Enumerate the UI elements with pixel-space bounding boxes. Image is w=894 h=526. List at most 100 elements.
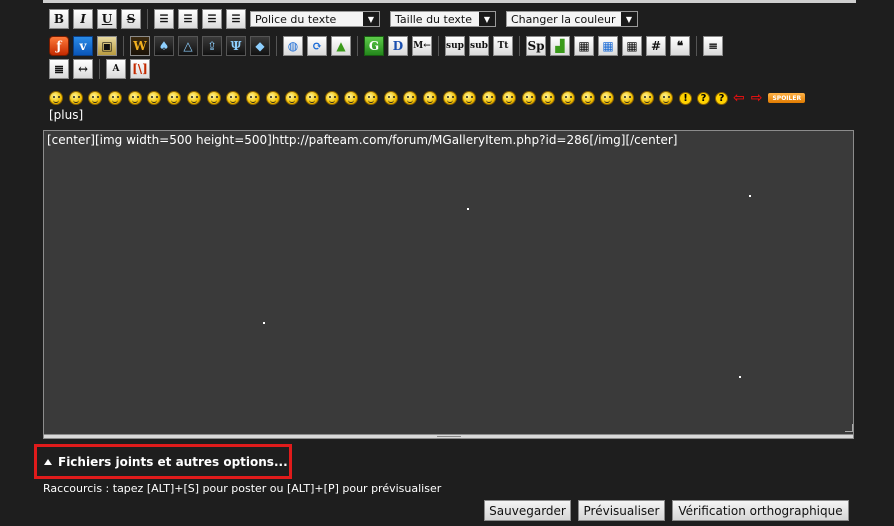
- italic-button[interactable]: I: [73, 9, 93, 29]
- font-size-button[interactable]: A: [106, 59, 126, 79]
- smiley-icon[interactable]: [442, 91, 457, 105]
- smiley-icon[interactable]: [659, 91, 674, 105]
- quote-button[interactable]: ❝: [670, 36, 690, 56]
- justify-button[interactable]: ☰: [226, 9, 246, 29]
- smiley-icon[interactable]: [206, 91, 221, 105]
- smiley-icon[interactable]: [285, 91, 300, 105]
- triangle-up-icon: [44, 458, 52, 465]
- more-smileys-link[interactable]: [plus]: [49, 108, 83, 122]
- smiley-icon[interactable]: [147, 91, 162, 105]
- image-button[interactable]: ▟: [550, 36, 570, 56]
- globe-icon: ◍: [287, 39, 299, 53]
- underline-button[interactable]: U: [97, 9, 117, 29]
- smiley-icon[interactable]: [108, 91, 123, 105]
- arrow-right-icon[interactable]: ⇨: [751, 90, 763, 106]
- save-button[interactable]: Sauvegarder: [484, 500, 571, 521]
- table-button[interactable]: ▦: [574, 36, 594, 56]
- class-icon-e-button[interactable]: ◆: [250, 36, 270, 56]
- smiley-icon[interactable]: [383, 91, 398, 105]
- smiley-icon[interactable]: [344, 91, 359, 105]
- html-button[interactable]: [\]: [130, 59, 150, 79]
- horizontal-rule-button[interactable]: ↔: [73, 59, 93, 79]
- definition-button[interactable]: D: [388, 36, 408, 56]
- superscript-button[interactable]: sup: [445, 36, 465, 56]
- separator: [519, 36, 520, 56]
- question-icon[interactable]: ?: [697, 91, 710, 105]
- bullet-list-button[interactable]: ≡: [703, 36, 723, 56]
- smiley-icon[interactable]: [600, 91, 615, 105]
- spellcheck-button[interactable]: Vérification orthographique: [672, 500, 849, 521]
- numbered-list-button[interactable]: ≣: [49, 59, 69, 79]
- smiley-icon[interactable]: [186, 91, 201, 105]
- smiley-icon[interactable]: [521, 91, 536, 105]
- smiley-icon[interactable]: [619, 91, 634, 105]
- strikethrough-button[interactable]: S: [121, 9, 141, 29]
- table-blue-button[interactable]: ▦: [598, 36, 618, 56]
- globe-button[interactable]: ◍: [283, 36, 303, 56]
- image-upload-button[interactable]: ▲: [331, 36, 351, 56]
- font-size-select[interactable]: Taille du texte ▼: [390, 11, 496, 27]
- question-icon[interactable]: ?: [715, 91, 728, 105]
- smiley-icon[interactable]: [423, 91, 438, 105]
- smiley-icon[interactable]: [304, 91, 319, 105]
- align-right-button[interactable]: ☰: [202, 9, 222, 29]
- spoiler-insert-button[interactable]: Sp: [526, 36, 546, 56]
- editor-content[interactable]: [center][img width=500 height=500]http:/…: [47, 133, 677, 147]
- toolbar-row-format: B I U S ☰ ☰ ☰ ☰ Police du texte ▼ Taille…: [49, 9, 648, 29]
- smiley-icon[interactable]: [639, 91, 654, 105]
- smiley-icon[interactable]: [265, 91, 280, 105]
- exclamation-icon[interactable]: !: [679, 91, 692, 105]
- smiley-icon[interactable]: [226, 91, 241, 105]
- arrow-left-icon[interactable]: ⇦: [733, 90, 745, 106]
- wow-button[interactable]: W: [130, 36, 150, 56]
- smiley-icon[interactable]: [88, 91, 103, 105]
- smiley-icon[interactable]: [482, 91, 497, 105]
- subscript-button[interactable]: sub: [469, 36, 489, 56]
- color-select[interactable]: Changer la couleur ▼: [506, 11, 638, 27]
- bold-button[interactable]: B: [49, 9, 69, 29]
- smiley-icon[interactable]: [49, 91, 63, 105]
- flash-button[interactable]: ƒ: [49, 36, 69, 56]
- attachments-label: Fichiers joints et autres options...: [58, 454, 288, 469]
- smiley-icon[interactable]: [541, 91, 556, 105]
- smiley-icon[interactable]: [364, 91, 378, 105]
- table-icon: ▦: [578, 39, 590, 53]
- dailymotion-button[interactable]: ▣: [97, 36, 117, 56]
- class-icon-d-button[interactable]: Ψ: [226, 36, 246, 56]
- message-editor[interactable]: [center][img width=500 height=500]http:/…: [43, 130, 854, 436]
- smiley-icon[interactable]: [245, 91, 260, 105]
- class-icon-a-button[interactable]: ♠: [154, 36, 174, 56]
- class-icon-c-button[interactable]: ⇪: [202, 36, 222, 56]
- resize-corner-icon[interactable]: [845, 424, 853, 432]
- refresh-button[interactable]: ⟳: [307, 36, 327, 56]
- smiley-icon[interactable]: [324, 91, 339, 105]
- google-button[interactable]: G: [364, 36, 384, 56]
- smiley-icon[interactable]: [167, 91, 182, 105]
- align-center-button[interactable]: ☰: [178, 9, 198, 29]
- smiley-icon[interactable]: [560, 91, 575, 105]
- smiley-icon[interactable]: [501, 91, 516, 105]
- spoiler-button[interactable]: SPOILER: [768, 93, 806, 103]
- attachments-toggle[interactable]: Fichiers joints et autres options...: [34, 444, 292, 479]
- smiley-icon[interactable]: [68, 91, 83, 105]
- separator: [357, 36, 358, 56]
- smiley-icon[interactable]: [127, 91, 142, 105]
- speck: [467, 208, 469, 210]
- smiley-icon[interactable]: [462, 91, 477, 105]
- preview-button[interactable]: Prévisualiser: [578, 500, 665, 521]
- vimeo-icon: v: [79, 39, 87, 53]
- vimeo-button[interactable]: v: [73, 36, 93, 56]
- align-left-button[interactable]: ☰: [154, 9, 174, 29]
- table-small-button[interactable]: ▦: [622, 36, 642, 56]
- font-style-button[interactable]: Tt: [493, 36, 513, 56]
- hash-button[interactable]: #: [646, 36, 666, 56]
- color-select-value: Changer la couleur: [511, 12, 616, 26]
- font-family-select[interactable]: Police du texte ▼: [250, 11, 380, 27]
- editor-resize-handle[interactable]: [43, 434, 854, 439]
- smiley-icon[interactable]: [403, 91, 418, 105]
- marquee-button[interactable]: M←: [412, 36, 432, 56]
- font-size-icon: A: [112, 64, 120, 74]
- smiley-icon[interactable]: [580, 91, 595, 105]
- html-icon: [\]: [132, 62, 148, 76]
- class-icon-b-button[interactable]: △: [178, 36, 198, 56]
